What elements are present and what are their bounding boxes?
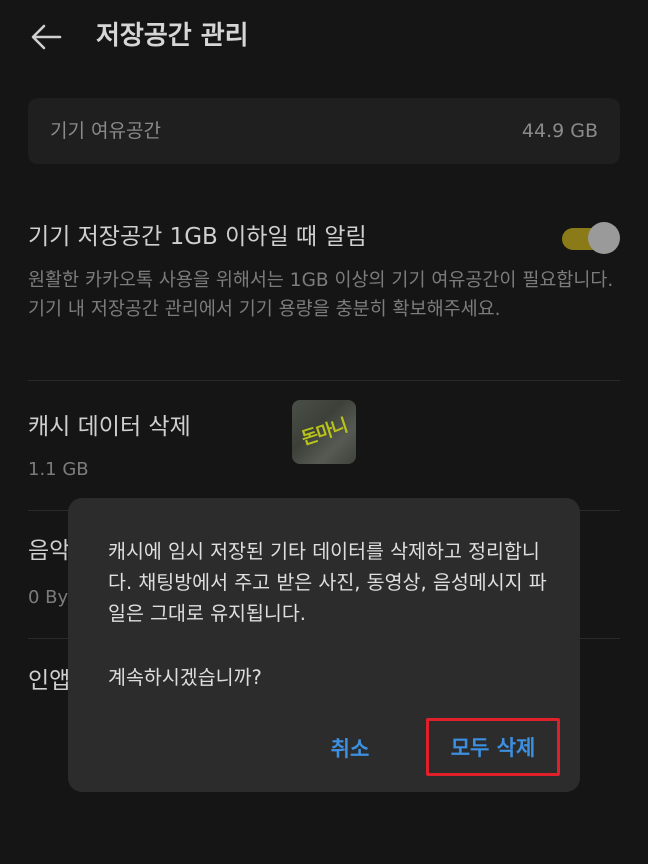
cancel-button[interactable]: 취소 [304, 728, 396, 768]
low-storage-alert-description: 원활한 카카오톡 사용을 위해서는 1GB 이상의 기기 여유공간이 필요합니다… [28, 270, 614, 320]
in-app-row-title[interactable]: 인앱 [28, 664, 70, 698]
music-row-size: 0 By [28, 587, 69, 608]
low-storage-alert-title: 기기 저장공간 1GB 이하일 때 알림 [28, 224, 367, 250]
delete-all-button[interactable]: 모두 삭제 [426, 718, 560, 776]
arrow-left-icon [31, 24, 62, 50]
free-space-value: 44.9 GB [521, 120, 598, 142]
dialog-message: 캐시에 임시 저장된 기타 데이터를 삭제하고 정리합니다. 채팅방에서 주고 … [108, 540, 547, 625]
divider [28, 380, 620, 381]
free-space-card: 기기 여유공간 44.9 GB [28, 98, 620, 164]
music-row-title[interactable]: 음악 [28, 534, 70, 568]
watermark-text: 돈마니 [299, 415, 350, 450]
toggle-thumb [588, 222, 620, 254]
storage-management-screen: 저장공간 관리 기기 여유공간 44.9 GB 기기 저장공간 1GB 이하일 … [0, 0, 648, 864]
low-storage-alert-toggle[interactable] [560, 222, 620, 254]
back-button[interactable] [26, 18, 66, 56]
dialog-question: 계속하시겠습니까? [108, 666, 262, 689]
app-bar: 저장공간 관리 [0, 0, 648, 74]
cache-delete-title[interactable]: 캐시 데이터 삭제 [28, 410, 191, 444]
free-space-label: 기기 여유공간 [50, 120, 161, 142]
confirm-dialog: 캐시에 임시 저장된 기타 데이터를 삭제하고 정리합니다. 채팅방에서 주고 … [68, 498, 580, 792]
cache-size: 1.1 GB [28, 459, 89, 480]
page-title: 저장공간 관리 [96, 21, 249, 51]
watermark-logo: 돈마니 [292, 400, 356, 464]
